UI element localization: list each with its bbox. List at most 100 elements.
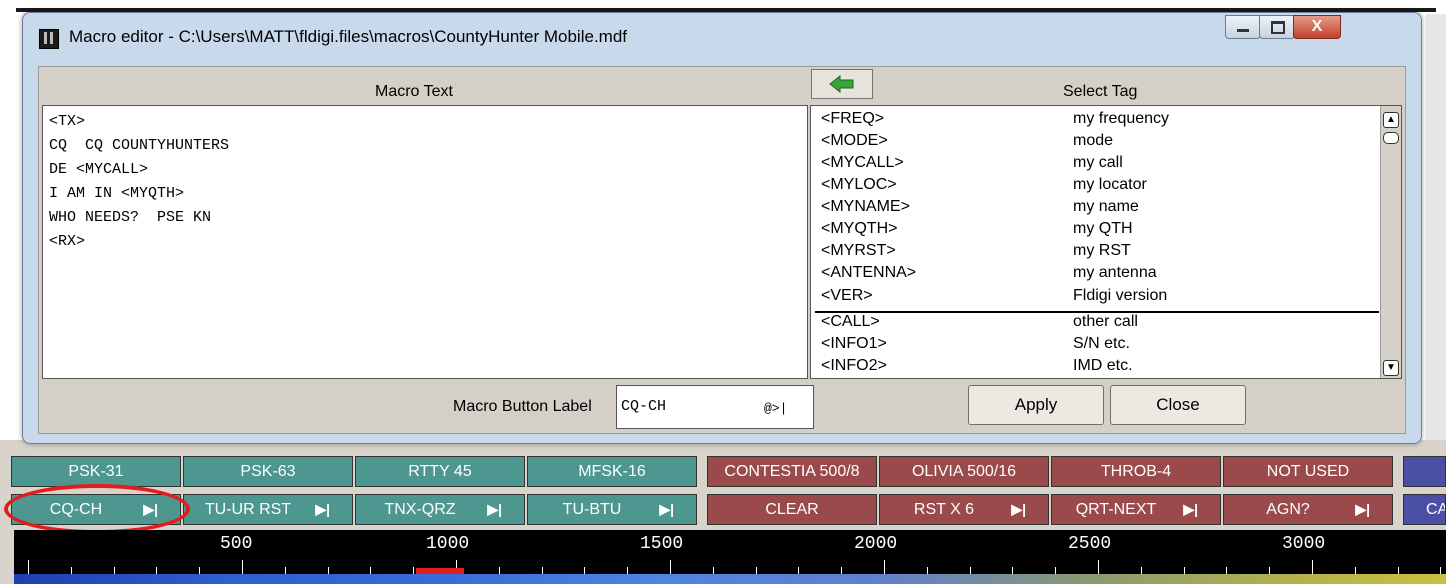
macro-button-label: NOT USED bbox=[1266, 463, 1350, 480]
scroll-up-arrow-icon[interactable]: ▲ bbox=[1383, 112, 1399, 128]
macro-text-editor[interactable]: <TX> CQ CQ COUNTYHUNTERS DE <MYCALL> I A… bbox=[42, 105, 808, 379]
waterfall-display[interactable] bbox=[14, 574, 1446, 584]
macro-button-label: CA bbox=[1426, 501, 1445, 518]
macro-editor-window: Macro editor - C:\Users\MATT\fldigi.file… bbox=[22, 12, 1422, 444]
tag-description: my antenna bbox=[1073, 264, 1157, 281]
macro-button-label: TU-UR RST bbox=[204, 501, 292, 518]
freq-tick bbox=[498, 567, 500, 574]
tag-list-item[interactable]: <CALL> other call bbox=[811, 311, 1379, 333]
tag-list-item[interactable]: <MYQTH> my QTH bbox=[811, 218, 1379, 240]
background-app bbox=[0, 0, 1446, 8]
maximize-button[interactable] bbox=[1259, 15, 1295, 39]
tag-list-item[interactable]: <INFO1> S/N etc. bbox=[811, 333, 1379, 355]
macro-button-label: OLIVIA 500/16 bbox=[911, 463, 1017, 480]
tag-list-item[interactable]: <ANTENNA> my antenna bbox=[811, 262, 1379, 284]
tag-list-item[interactable]: <MYCALL> my call bbox=[811, 152, 1379, 174]
macro-button-row2-overflow[interactable]: CA bbox=[1403, 494, 1446, 525]
tag-code: <MYCALL> bbox=[821, 154, 904, 171]
freq-tick bbox=[413, 567, 415, 574]
frequency-scale[interactable]: 500 1000 1500 2000 2500 3000 bbox=[14, 530, 1446, 574]
close-icon: X bbox=[1311, 18, 1323, 35]
apply-button[interactable]: Apply bbox=[968, 385, 1104, 425]
freq-tick bbox=[1226, 567, 1228, 574]
tag-list-item[interactable]: <INFO2> IMD etc. bbox=[811, 355, 1379, 377]
tag-code: <CALL> bbox=[821, 313, 880, 330]
freq-tick bbox=[1098, 560, 1099, 574]
tag-description: IMD etc. bbox=[1073, 357, 1133, 374]
scroll-thumb[interactable] bbox=[1383, 132, 1399, 144]
tag-list-item[interactable]: <FREQ> my frequency bbox=[811, 108, 1379, 130]
play-icon: ▶| bbox=[1011, 501, 1026, 517]
tag-code: <FREQ> bbox=[821, 110, 885, 127]
macro-button-rst-x6[interactable]: RST X 6 ▶| bbox=[879, 494, 1049, 525]
freq-tick bbox=[1397, 567, 1399, 574]
tag-list-item[interactable]: <MYRST> my RST bbox=[811, 240, 1379, 262]
close-window-button[interactable]: X bbox=[1293, 15, 1341, 39]
freq-tick bbox=[284, 567, 286, 574]
freq-tick bbox=[28, 560, 29, 574]
macro-button-label-suffix: @>| bbox=[764, 401, 788, 416]
tag-code: <INFO2> bbox=[821, 357, 887, 374]
freq-tick bbox=[541, 567, 543, 574]
play-icon: ▶| bbox=[1355, 501, 1370, 517]
freq-label: 2000 bbox=[854, 534, 898, 554]
macro-button-label: PSK-63 bbox=[240, 463, 296, 480]
tag-description: my RST bbox=[1073, 242, 1131, 259]
tag-description: other call bbox=[1073, 313, 1138, 330]
tag-description: mode bbox=[1073, 132, 1114, 149]
tag-list-item[interactable]: <MYNAME> my name bbox=[811, 196, 1379, 218]
freq-tick bbox=[926, 567, 928, 574]
freq-label: 3000 bbox=[1282, 534, 1326, 554]
tag-list-item[interactable]: <MYLOC> my locator bbox=[811, 174, 1379, 196]
macro-button-psk-31[interactable]: PSK-31 bbox=[11, 456, 181, 487]
macro-button-label: CONTESTIA 500/8 bbox=[724, 463, 860, 480]
tag-list-scrollbar[interactable]: ▲ ▼ bbox=[1380, 106, 1401, 378]
title-bar[interactable]: Macro editor - C:\Users\MATT\fldigi.file… bbox=[23, 13, 1421, 59]
maximize-icon bbox=[1271, 21, 1285, 34]
freq-tick bbox=[841, 567, 843, 574]
fldigi-app-icon bbox=[39, 29, 59, 49]
macro-button-tu-btu[interactable]: TU-BTU ▶| bbox=[527, 494, 697, 525]
macro-button-label: RTTY 45 bbox=[408, 463, 472, 480]
freq-tick bbox=[370, 567, 372, 574]
tag-description: my QTH bbox=[1073, 220, 1133, 237]
macro-button-label: RST X 6 bbox=[913, 501, 975, 518]
scroll-down-arrow-icon[interactable]: ▼ bbox=[1383, 360, 1399, 376]
tag-code: <MYLOC> bbox=[821, 176, 897, 193]
play-icon: ▶| bbox=[487, 501, 502, 517]
macro-button-tnx-qrz[interactable]: TNX-QRZ ▶| bbox=[355, 494, 525, 525]
macro-button-label-caption: Macro Button Label bbox=[453, 398, 592, 415]
tag-code: <MYNAME> bbox=[821, 198, 910, 215]
macro-button-clear[interactable]: CLEAR bbox=[707, 494, 877, 525]
macro-button-label: TNX-QRZ bbox=[384, 501, 456, 518]
tag-code: <MYQTH> bbox=[821, 220, 898, 237]
freq-tick bbox=[1055, 567, 1057, 574]
macro-button-row1-overflow[interactable] bbox=[1403, 456, 1446, 487]
macro-button-mfsk-16[interactable]: MFSK-16 bbox=[527, 456, 697, 487]
macro-button-agn[interactable]: AGN? ▶| bbox=[1223, 494, 1393, 525]
minimize-icon bbox=[1237, 29, 1249, 32]
macro-button-label: AGN? bbox=[1266, 501, 1310, 518]
macro-button-psk-63[interactable]: PSK-63 bbox=[183, 456, 353, 487]
tag-list[interactable]: <FREQ> my frequency <MODE> mode <MYCALL>… bbox=[810, 105, 1402, 379]
green-left-arrow-icon bbox=[829, 75, 854, 93]
freq-tick bbox=[1012, 567, 1014, 574]
macro-button-throb-4[interactable]: THROB-4 bbox=[1051, 456, 1221, 487]
freq-tick bbox=[627, 567, 629, 574]
tag-code: <ANTENNA> bbox=[821, 264, 917, 281]
close-button[interactable]: Close bbox=[1110, 385, 1246, 425]
macro-button-tu-ur-rst[interactable]: TU-UR RST ▶| bbox=[183, 494, 353, 525]
macro-button-rtty-45[interactable]: RTTY 45 bbox=[355, 456, 525, 487]
macro-button-not-used[interactable]: NOT USED bbox=[1223, 456, 1393, 487]
macro-button-contestia[interactable]: CONTESTIA 500/8 bbox=[707, 456, 877, 487]
minimize-button[interactable] bbox=[1225, 15, 1261, 39]
macro-button-qrt-next[interactable]: QRT-NEXT ▶| bbox=[1051, 494, 1221, 525]
tag-list-item[interactable]: <MODE> mode bbox=[811, 130, 1379, 152]
macro-button-olivia[interactable]: OLIVIA 500/16 bbox=[879, 456, 1049, 487]
select-tag-label: Select Tag bbox=[1063, 83, 1138, 100]
insert-tag-button[interactable] bbox=[811, 69, 873, 99]
freq-tick bbox=[584, 567, 586, 574]
macro-button-label: PSK-31 bbox=[68, 463, 124, 480]
freq-label: 1000 bbox=[426, 534, 470, 554]
tag-list-item[interactable]: <VER> Fldigi version bbox=[811, 285, 1379, 307]
